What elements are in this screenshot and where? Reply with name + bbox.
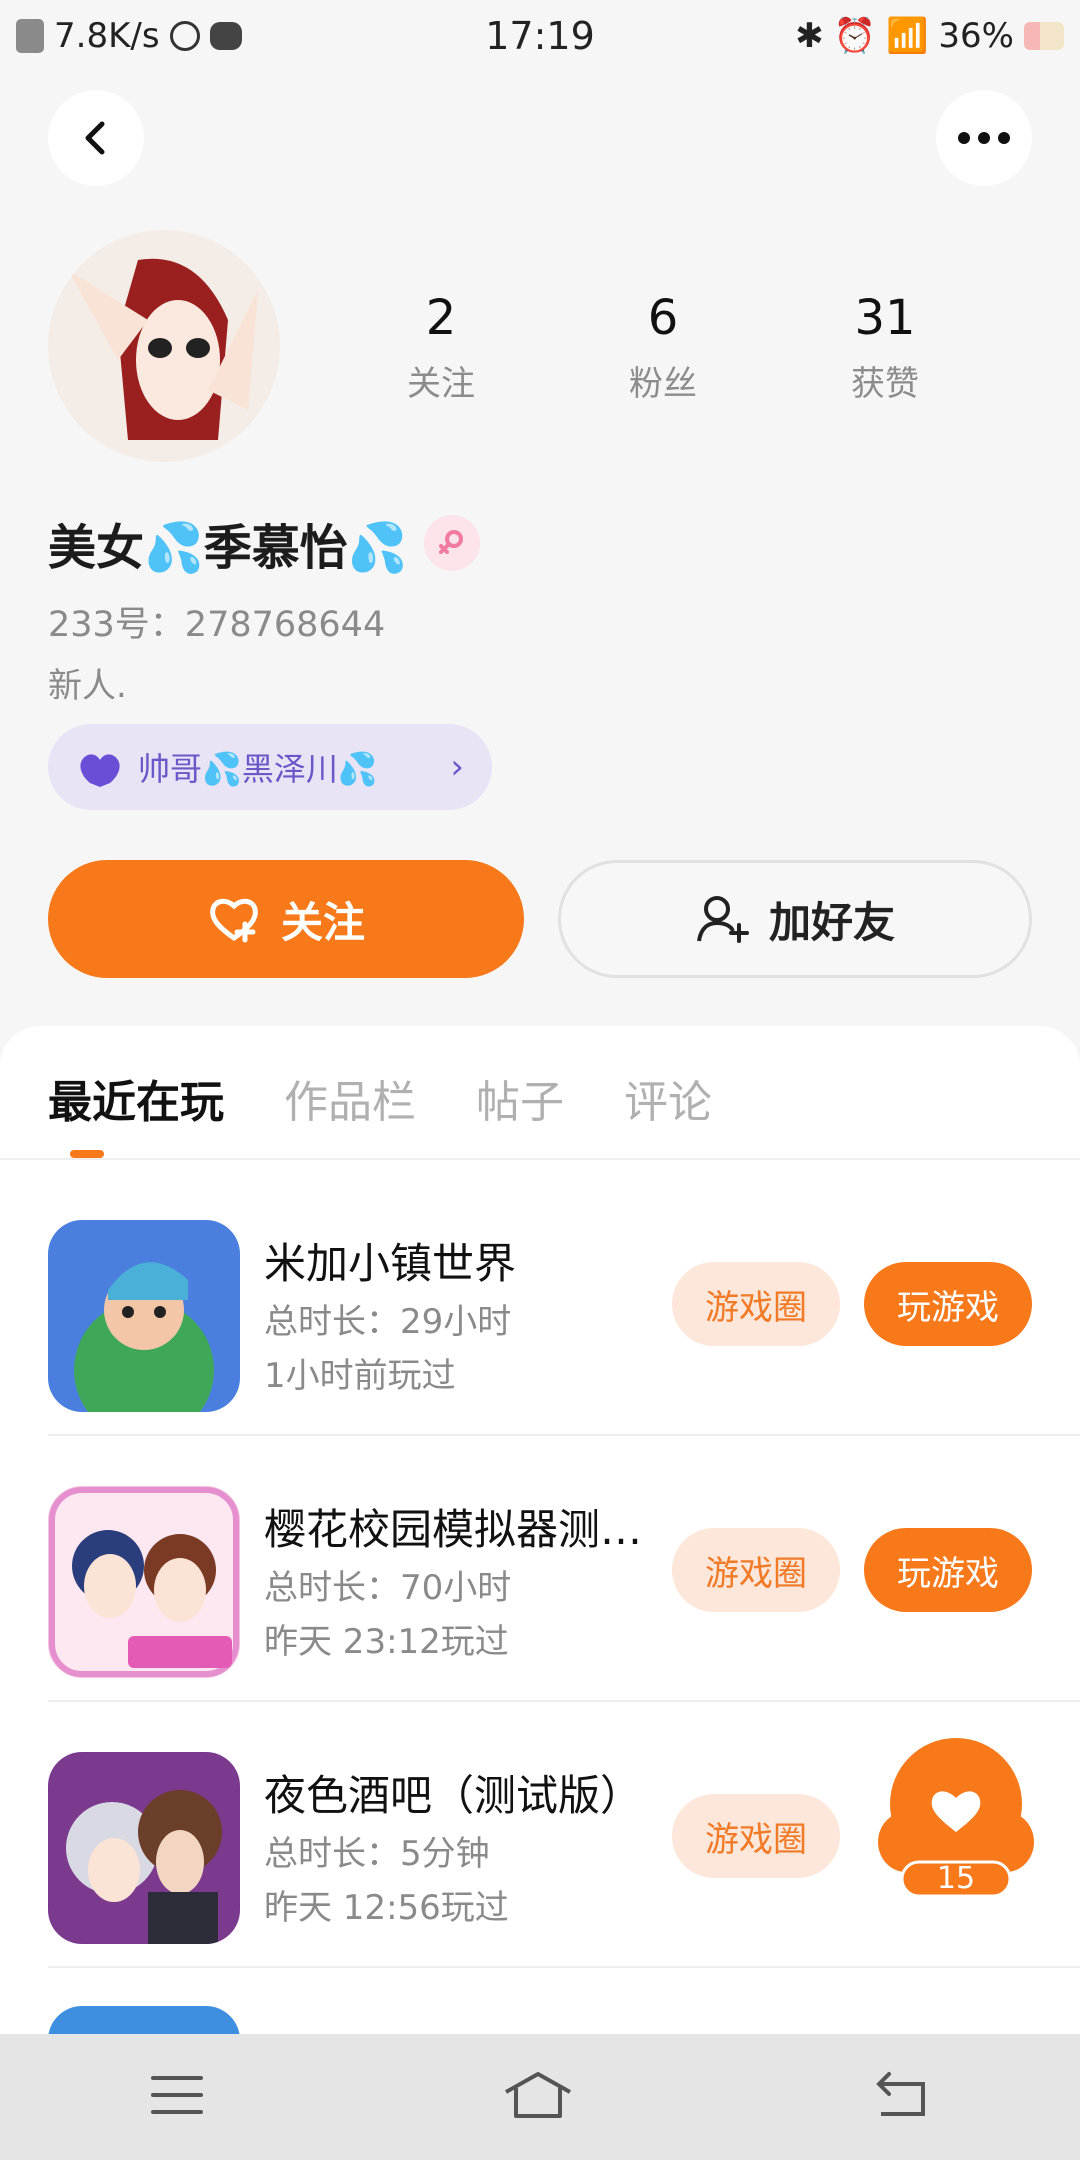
stat-label: 粉丝 <box>629 364 697 404</box>
stat-value: 6 <box>647 290 679 346</box>
divider <box>0 1158 1080 1160</box>
back-nav-button[interactable] <box>871 2070 931 2124</box>
menu-icon <box>150 2076 203 2114</box>
avatar-image <box>48 230 280 462</box>
add-friend-button[interactable]: 加好友 <box>558 860 1032 978</box>
game-last-played: 昨天 23:12玩过 <box>264 1622 509 1662</box>
game-duration: 总时长：70小时 <box>264 1568 512 1608</box>
tab-bar: 最近在玩 作品栏 帖子 评论 <box>48 1066 712 1130</box>
status-bar: 7.8K/s 17:19 ✱ ⏰ 📶 36% <box>0 0 1080 72</box>
back-button[interactable] <box>48 90 144 186</box>
tab-indicator <box>70 1150 104 1158</box>
home-icon <box>505 2072 571 2118</box>
tab-posts[interactable]: 帖子 <box>476 1066 564 1130</box>
more-button[interactable] <box>936 90 1032 186</box>
game-duration: 总时长：29小时 <box>264 1302 512 1342</box>
floating-like-button[interactable]: 15 <box>876 1738 1036 1898</box>
stat-value: 31 <box>854 290 916 346</box>
tab-works[interactable]: 作品栏 <box>284 1066 416 1130</box>
menu-button[interactable] <box>149 2072 205 2122</box>
game-duration: 总时长：5分钟 <box>264 1834 490 1874</box>
stat-following[interactable]: 2 关注 <box>330 290 552 405</box>
stat-label: 获赞 <box>851 364 919 404</box>
play-game-button[interactable]: 玩游戏 <box>864 1528 1032 1612</box>
divider <box>48 1966 1080 1968</box>
tab-comments[interactable]: 评论 <box>624 1066 712 1130</box>
game-last-played: 昨天 12:56玩过 <box>264 1888 509 1928</box>
game-icon <box>48 1752 240 1944</box>
female-icon <box>423 515 480 571</box>
chevron-left-icon <box>85 121 105 155</box>
like-count: 15 <box>936 1861 976 1896</box>
heart-icon <box>80 754 120 787</box>
profile-stats: 2 关注 6 粉丝 31 获赞 <box>330 290 1080 405</box>
clock: 17:19 <box>485 14 595 58</box>
play-game-button[interactable]: 玩游戏 <box>864 1262 1032 1346</box>
game-circle-button[interactable]: 游戏圈 <box>672 1528 840 1612</box>
tab-recent-play[interactable]: 最近在玩 <box>48 1066 224 1130</box>
nickname: 美女💦季慕怡💦 <box>48 520 408 576</box>
game-circle-button[interactable]: 游戏圈 <box>672 1794 840 1878</box>
nickname-row: 美女💦季慕怡💦 <box>48 508 480 578</box>
avatar[interactable] <box>48 230 280 462</box>
back-arrow-icon <box>876 2072 926 2116</box>
game-row[interactable]: 樱花校园模拟器测… 总时长：70小时 昨天 23:12玩过 游戏圈 玩游戏 <box>48 1436 1080 1702</box>
game-icon <box>48 1486 240 1678</box>
heart-plus-icon <box>210 898 258 943</box>
system-nav-bar <box>0 2034 1080 2160</box>
chevron-right-icon: › <box>450 747 464 787</box>
game-icon <box>48 1220 240 1412</box>
add-friend-label: 加好友 <box>768 897 895 947</box>
cp-tag[interactable]: 帅哥💦黑泽川💦 › <box>48 724 492 810</box>
add-person-icon <box>697 896 749 943</box>
game-title: 夜色酒吧（测试版） <box>264 1771 643 1820</box>
game-row[interactable]: 米加小镇世界 总时长：29小时 1小时前玩过 游戏圈 玩游戏 <box>48 1170 1080 1436</box>
stat-likes[interactable]: 31 获赞 <box>774 290 996 405</box>
game-title: 米加小镇世界 <box>264 1239 517 1288</box>
user-id: 233号：278768644 <box>48 605 386 645</box>
home-button[interactable] <box>502 2070 574 2124</box>
follow-button[interactable]: 关注 <box>48 860 524 978</box>
game-title: 樱花校园模拟器测… <box>264 1505 643 1554</box>
bio: 新人. <box>48 666 127 706</box>
stat-fans[interactable]: 6 粉丝 <box>552 290 774 405</box>
game-last-played: 1小时前玩过 <box>264 1356 456 1396</box>
cp-tag-label: 帅哥💦黑泽川💦 <box>138 750 378 788</box>
more-dots-icon <box>958 132 1010 144</box>
follow-label: 关注 <box>280 897 365 947</box>
stat-label: 关注 <box>407 364 475 404</box>
stat-value: 2 <box>425 290 457 346</box>
game-circle-button[interactable]: 游戏圈 <box>672 1262 840 1346</box>
